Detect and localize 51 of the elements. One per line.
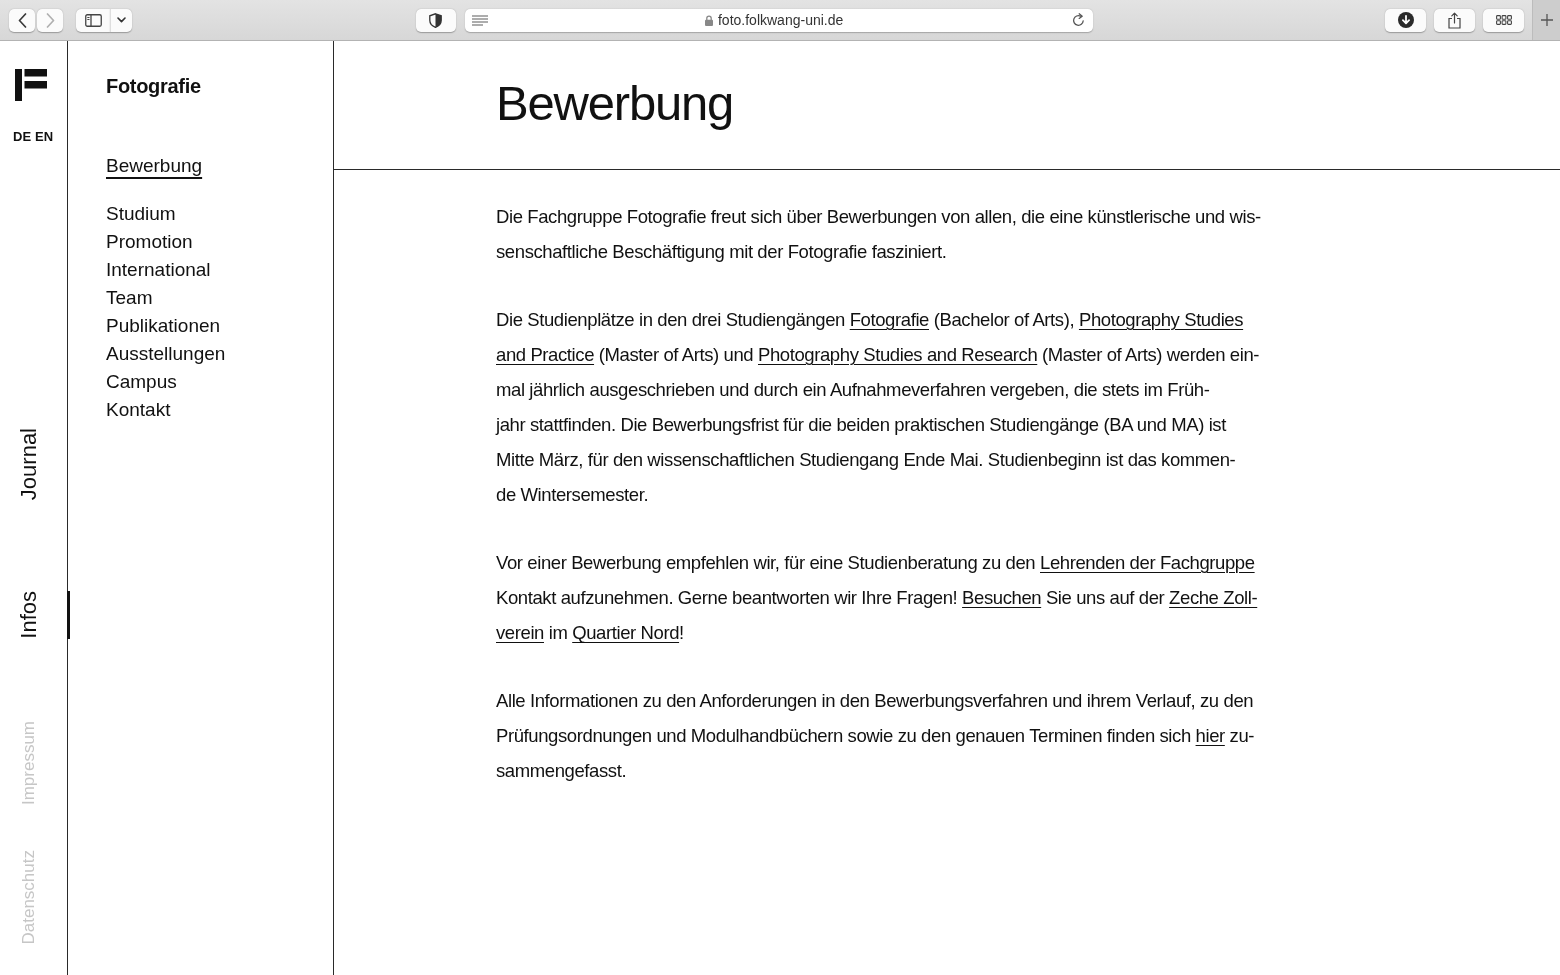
nav-link[interactable]: Team bbox=[106, 284, 153, 312]
nav-link[interactable]: Bewerbung bbox=[106, 152, 203, 180]
download-icon bbox=[1397, 12, 1414, 28]
shield-icon bbox=[429, 12, 443, 28]
plus-icon bbox=[1540, 14, 1553, 26]
body-paragraph: Alle Informationen zu den Anforderungen in den Bewerbungsverfahren und ihrem Verlauf, zu den Prüfungsordnungen und Modulhandbüchern sowie zu den genauen Terminen finden sich hier zu- sammengefasst. bbox=[496, 689, 1256, 783]
page-title: Bewerbung bbox=[496, 75, 735, 131]
text-link[interactable]: hier bbox=[1195, 725, 1225, 746]
caret-icon bbox=[117, 17, 126, 23]
text-link[interactable]: Lehrenden der Fachgruppe bbox=[1040, 552, 1255, 573]
nav-link[interactable]: Publikationen bbox=[106, 312, 221, 340]
share-icon bbox=[1448, 11, 1462, 29]
url-text: foto.folkwang-uni.de bbox=[718, 12, 844, 28]
reload-icon[interactable] bbox=[1072, 13, 1086, 27]
sidebar-icon bbox=[84, 13, 102, 27]
language-link[interactable]: EN bbox=[35, 129, 54, 145]
nav-link[interactable]: Campus bbox=[106, 368, 177, 396]
sidebar-nav-link[interactable]: Infos bbox=[0, 591, 70, 639]
text-link[interactable]: Photography Studies bbox=[1078, 309, 1244, 330]
nav-link[interactable]: Promotion bbox=[106, 228, 193, 256]
section-title-link[interactable]: Fotografie bbox=[106, 72, 201, 100]
body-paragraph: Die Studienplätze in den drei Studiengängen Fotografie (Bachelor of Arts), Photography Studies and Practice (Master of Arts) und Photography Studies and Research (Master of Arts) werden ein- mal jährlich ausgeschrieben und durch ein Aufnahmeverfahren vergeben, die stets im Früh- jahr stattfinden. Die Bewerbungsfrist für die beiden praktischen Studiengänge (BA und MA) ist Mitte März, für den wissenschaftlichen Studiengang Ende Mai. Studienbeginn ist das kommen- de Wintersemester. bbox=[496, 308, 1261, 507]
sidebar-button[interactable] bbox=[76, 8, 110, 32]
download-button[interactable] bbox=[1385, 8, 1427, 32]
language-link[interactable]: DE bbox=[13, 129, 32, 145]
chevron-left-icon bbox=[17, 12, 27, 28]
grid-icon bbox=[1495, 15, 1512, 25]
tabs-overview-button[interactable] bbox=[1483, 8, 1525, 32]
nav-link[interactable]: Ausstellungen bbox=[106, 340, 226, 368]
back-button[interactable] bbox=[9, 8, 35, 32]
text-link[interactable]: Zeche Zoll- bbox=[1169, 587, 1258, 608]
address-field[interactable]: foto.folkwang-uni.de bbox=[464, 8, 1094, 32]
lock-icon bbox=[705, 14, 713, 26]
body-paragraph: Vor einer Bewerbung empfehlen wir, für eine Studienberatung zu den Lehrenden der Fachgruppe Kontakt aufzunehmen. Gerne beantworten wir Ihre Fragen! Besuchen Sie uns auf der Zeche Zoll- verein im Quartier Nord! bbox=[496, 551, 1259, 645]
sidebar-nav-link[interactable]: Journal bbox=[0, 428, 70, 501]
text-link[interactable]: Fotografie bbox=[849, 309, 929, 330]
logo-icon[interactable] bbox=[15, 69, 47, 101]
chevron-right-icon bbox=[45, 12, 55, 28]
nav-link[interactable]: Kontakt bbox=[106, 396, 171, 424]
nav-link[interactable]: International bbox=[106, 256, 211, 284]
share-button[interactable] bbox=[1434, 8, 1476, 32]
text-link[interactable]: Besuchen bbox=[962, 587, 1042, 608]
sidebar-menu-button[interactable] bbox=[110, 8, 132, 32]
nav-link[interactable]: Studium bbox=[106, 200, 176, 228]
privacy-button[interactable] bbox=[416, 8, 456, 32]
text-link[interactable]: Photography Studies and Research bbox=[758, 344, 1038, 365]
new-tab-button[interactable] bbox=[1532, 0, 1560, 40]
text-link[interactable]: and Practice bbox=[496, 344, 595, 365]
text-link[interactable]: Quartier Nord bbox=[572, 622, 680, 643]
text-link[interactable]: verein bbox=[496, 622, 544, 643]
body-paragraph: Die Fachgruppe Fotografie freut sich über Bewerbungen von allen, die eine künstlerische und wis- senschaftliche Beschäftigung mit der Fotografie fasziniert. bbox=[496, 205, 1262, 264]
